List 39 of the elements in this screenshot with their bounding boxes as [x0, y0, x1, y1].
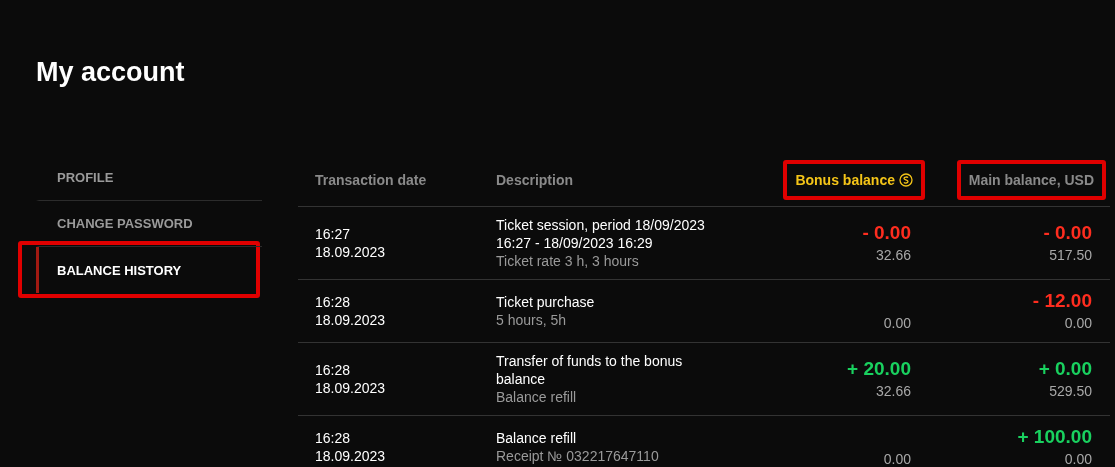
description-text: Transfer of funds to the bonus balance [496, 352, 684, 388]
sidebar-item[interactable]: CHANGE PASSWORD [36, 201, 262, 247]
column-header: Main balance, USD [968, 172, 1094, 188]
page-title: My account [36, 56, 186, 89]
amount-change: - 12.00 [1032, 289, 1092, 313]
balance-value: 517.50 [1049, 246, 1092, 265]
description-text: Ticket session, period 18/09/2023 16:27 - 18/09/2023 16:29 [496, 216, 706, 252]
balance-value: 0.00 [883, 450, 911, 467]
column-header: Transaction date [315, 172, 427, 188]
description-detail: Receipt № 032217647110 [496, 447, 660, 465]
balance-value: 529.50 [1049, 382, 1092, 401]
transaction-time: 16:28 [315, 429, 352, 447]
balance-value: 0.00 [1064, 450, 1092, 467]
transaction-time: 16:28 [315, 293, 352, 311]
amount-change: + 20.00 [847, 357, 911, 381]
description-detail: 5 hours, 5h [496, 311, 568, 329]
column-header: Bonus balance [795, 172, 913, 188]
transaction-time: 16:27 [315, 225, 352, 243]
transaction-date: 18.09.2023 [315, 311, 387, 329]
description-detail: Ticket rate 3 h, 3 hours [496, 252, 640, 270]
sidebar-item[interactable]: PROFILE [36, 155, 262, 201]
balance-value: 32.66 [875, 382, 911, 401]
transaction-time: 16:28 [315, 361, 352, 379]
amount-change: + 100.00 [1017, 425, 1092, 449]
description-text: Ticket purchase [496, 293, 596, 311]
transaction-date: 18.09.2023 [315, 379, 387, 397]
amount-change: + 0.00 [1038, 357, 1092, 381]
coin-icon [899, 173, 913, 187]
sidebar-item[interactable]: BALANCE HISTORY [36, 247, 256, 293]
transaction-date: 18.09.2023 [315, 447, 387, 465]
balance-value: 32.66 [875, 246, 911, 265]
description-detail: Balance refill [496, 388, 578, 406]
transaction-date: 18.09.2023 [315, 243, 387, 261]
amount-change: - 0.00 [862, 221, 911, 245]
amount-change: - 0.00 [1043, 221, 1092, 245]
column-header: Description [496, 172, 573, 188]
balance-value: 0.00 [883, 314, 911, 333]
description-text: Balance refill [496, 429, 578, 447]
balance-value: 0.00 [1064, 314, 1092, 333]
